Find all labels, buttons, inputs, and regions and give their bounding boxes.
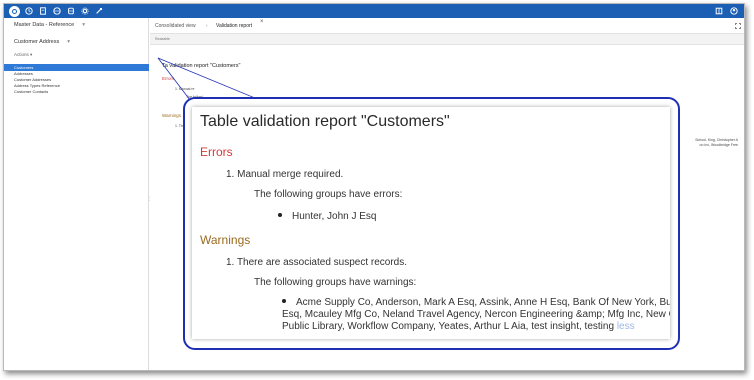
bullet-icon [278,213,282,218]
expand-icon[interactable] [735,23,741,29]
report-title: Table validation report "Customers" [200,113,450,130]
error-group: Hunter, John J Esq [292,211,377,222]
entity-selector[interactable]: Customer Address ▾ [14,39,70,45]
module-title: Master Data - Reference [14,22,75,28]
error-groups-intro: The following groups have errors: [254,189,403,200]
chevron-down-icon: ▾ [67,39,71,45]
chevron-down-icon: ▾ [82,22,85,28]
warning-groups-line-2: Esq, Mcauley Mfg Co, Neland Travel Agenc… [282,309,670,320]
errors-heading: Errors [200,145,233,159]
error-item: 1. Manual merge required. [226,169,344,180]
app-logo[interactable] [9,5,20,17]
close-tab-icon[interactable]: × [260,19,264,25]
tab-validation-report[interactable]: Validation report [216,23,252,29]
warning-item: 1. There are associated suspect records. [226,257,408,268]
clock-icon[interactable] [24,6,34,16]
warning-groups-intro: The following groups have warnings: [254,277,417,288]
warnings-heading-small: Warnings [162,113,181,118]
sidebar: Master Data - Reference ▾ Customer Addres… [4,18,152,370]
sidebar-item-customer-contacts[interactable]: Customer Contacts [4,89,149,95]
warning-groups-overflow-small: School, King, Christopher A on Inc, Wood… [695,138,738,148]
warning-group-list: Acme Supply Co, Anderson, Mark A Esq, As… [282,297,670,333]
error-item-small: 1. Manual re [175,87,195,91]
warning-groups-line-3: Public Library, Workflow Company, Yeates… [282,321,615,332]
table-list: Customers Addresses Customer Addresses A… [4,64,149,95]
bullet-icon [282,299,286,304]
settings-icon[interactable] [80,6,90,16]
tab-consolidated-view[interactable]: Consolidated view [155,23,196,29]
user-icon[interactable] [729,6,739,16]
overflow-line-2: on Inc, Woodbridge Free [699,143,738,147]
validation-report-zoom: Table validation report "Customers" Erro… [192,107,670,339]
actions-menu[interactable]: Actions ▾ [14,52,32,58]
book-icon[interactable] [714,6,724,16]
globe-icon[interactable] [52,6,62,16]
error-group-list: Hunter, John J Esq [278,211,377,222]
errors-heading-small: Errors [162,76,175,81]
top-toolbar [4,4,744,18]
tools-icon[interactable] [94,6,104,16]
report-title-small: Ta validation report "Customers" [162,63,241,69]
actions-label: Actions [14,52,29,57]
warning-item-small: 1. Th [175,124,183,128]
warnings-heading: Warnings [200,233,251,247]
breadcrumb-separator: › [206,23,208,29]
readable-label[interactable]: Readable [155,37,170,41]
zoom-callout: Table validation report "Customers" Erro… [183,97,680,350]
database-icon[interactable] [66,6,76,16]
document-icon[interactable] [38,6,48,16]
sidebar-item-customers[interactable]: Customers [4,64,149,71]
less-link[interactable]: less [617,321,635,332]
module-selector[interactable]: Master Data - Reference ▾ [14,22,85,28]
entity-title: Customer Address [14,39,60,45]
tab-bar: Consolidated view › Validation report × [150,18,744,34]
report-toolbar: Readable [150,34,744,45]
warning-groups-line-1: Acme Supply Co, Anderson, Mark A Esq, As… [296,297,670,308]
